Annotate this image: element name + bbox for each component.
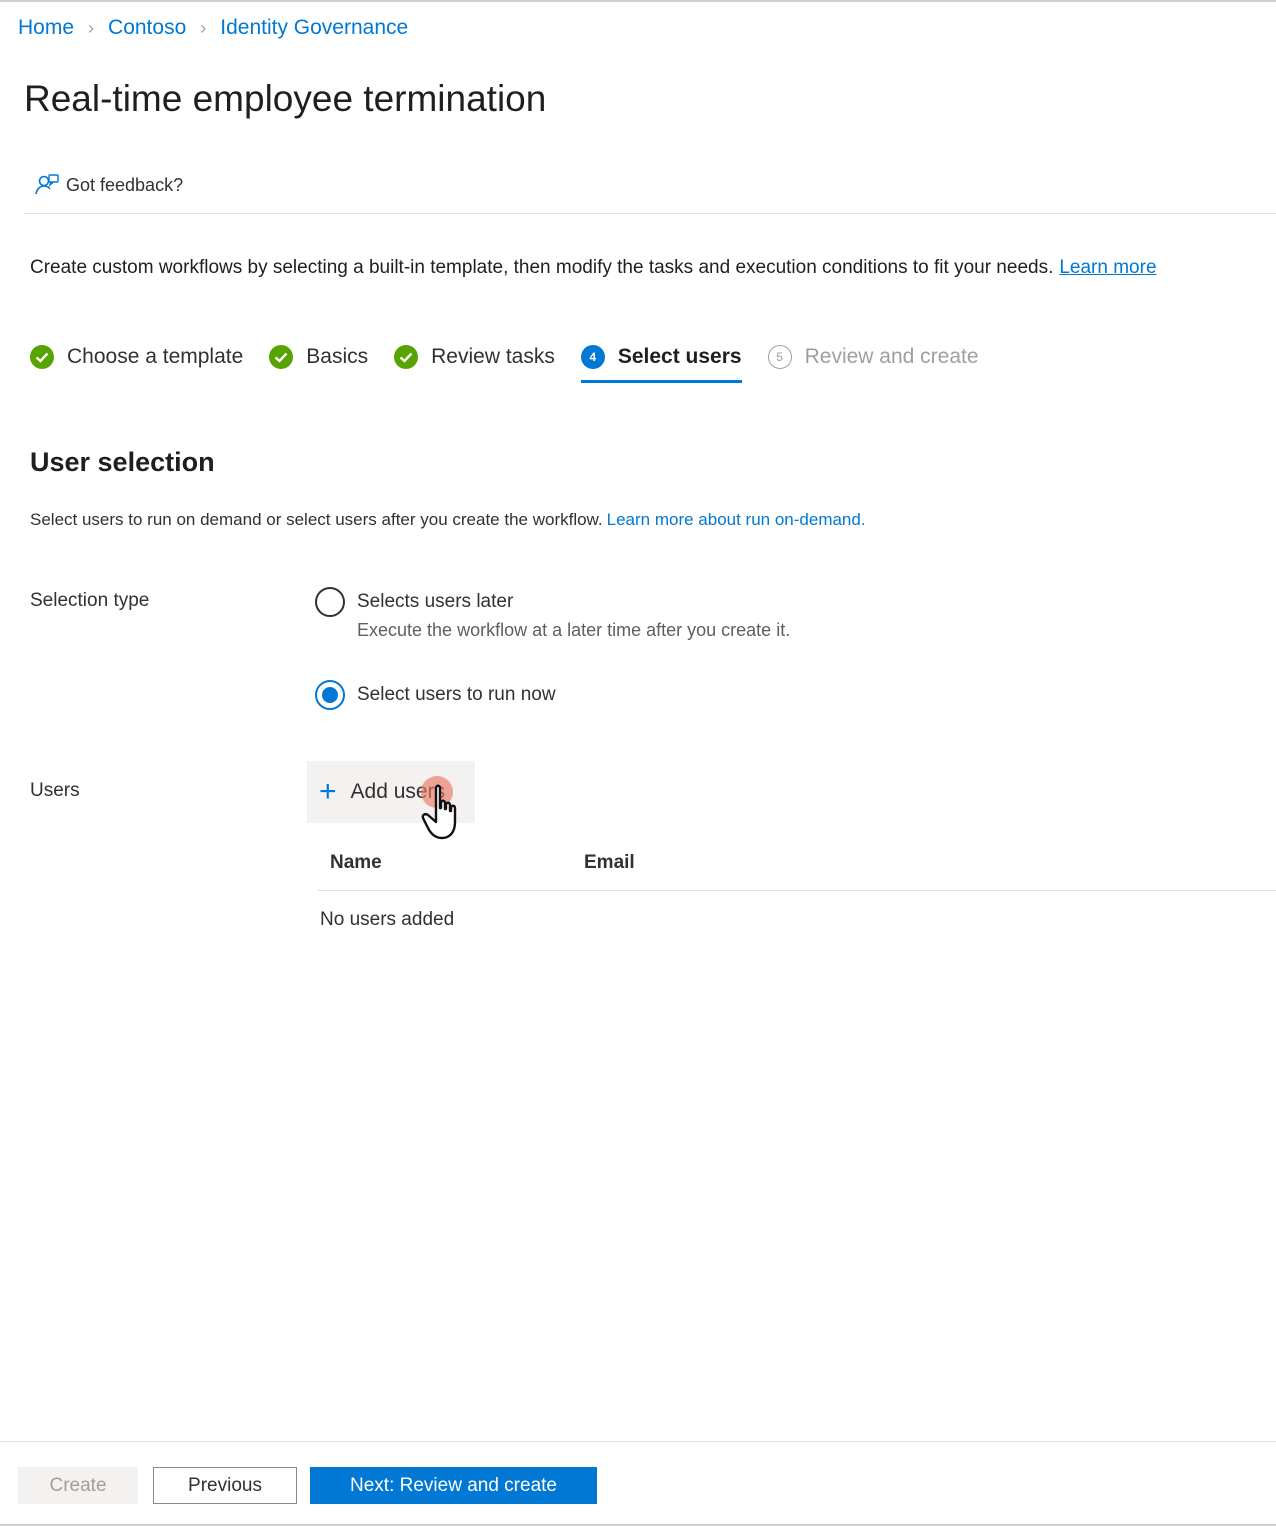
radio-label: Select users to run now [357, 684, 556, 705]
page-title: Real-time employee termination [24, 78, 547, 119]
table-header-divider [318, 890, 1276, 891]
check-circle-icon [30, 345, 54, 369]
learn-more-run-on-demand-link[interactable]: Learn more about run on-demand. [607, 510, 866, 529]
hand-pointer-icon [421, 784, 457, 840]
step-number-icon: 4 [580, 345, 605, 369]
breadcrumb-contoso[interactable]: Contoso [108, 16, 186, 40]
radio-circle[interactable] [315, 587, 345, 617]
section-description: Select users to run on demand or select … [30, 510, 866, 530]
radio-sublabel: Execute the workflow at a later time aft… [357, 620, 791, 640]
create-button[interactable]: Create [18, 1467, 138, 1504]
selection-type-label: Selection type [30, 590, 150, 611]
feedback-button[interactable]: Got feedback? [34, 172, 183, 198]
plus-icon: + [319, 775, 337, 808]
header-divider [24, 213, 1276, 214]
step-number: 4 [580, 345, 605, 369]
step-choose-template[interactable]: Choose a template [30, 340, 243, 374]
column-header-email: Email [584, 852, 635, 873]
step-label: Basics [306, 345, 369, 368]
intro-text: Create custom workflows by selecting a b… [30, 257, 1157, 279]
breadcrumb: Home › Contoso › Identity Governance [18, 16, 408, 40]
users-label: Users [30, 780, 80, 801]
radio-circle[interactable] [315, 680, 345, 710]
radio-select-users-later[interactable]: Selects users later Execute the workflow… [315, 587, 790, 643]
step-label: Review and create [804, 345, 979, 368]
next-review-and-create-button[interactable]: Next: Review and create [310, 1467, 597, 1504]
step-number: 5 [767, 345, 792, 369]
section-title: User selection [30, 447, 215, 477]
radio-label: Selects users later [357, 591, 514, 612]
step-select-users[interactable]: 4 Select users [580, 340, 742, 383]
breadcrumb-identity-governance[interactable]: Identity Governance [220, 16, 408, 40]
chevron-right-icon: › [88, 17, 95, 38]
step-basics[interactable]: Basics [269, 340, 368, 374]
feedback-label: Got feedback? [66, 174, 184, 195]
breadcrumb-home[interactable]: Home [18, 16, 74, 40]
page-frame [0, 0, 1276, 1526]
step-number-icon: 5 [767, 345, 792, 369]
radio-select-users-now[interactable]: Select users to run now [315, 680, 556, 710]
step-review-tasks[interactable]: Review tasks [394, 340, 555, 374]
empty-table-message: No users added [320, 909, 455, 930]
step-label: Select users [617, 345, 742, 368]
step-review-and-create[interactable]: 5 Review and create [767, 340, 979, 374]
check-circle-icon [269, 345, 294, 369]
column-header-name: Name [330, 852, 382, 873]
learn-more-link[interactable]: Learn more [1059, 257, 1156, 278]
footer-divider [0, 1441, 1276, 1442]
feedback-icon [35, 174, 59, 195]
chevron-right-icon: › [200, 17, 207, 38]
wizard-steps: Choose a template Basics Review tasks 4 … [30, 340, 1005, 383]
step-label: Choose a template [67, 345, 244, 368]
step-label: Review tasks [431, 345, 555, 368]
previous-button[interactable]: Previous [153, 1467, 297, 1504]
check-circle-icon [394, 345, 419, 369]
intro-description: Create custom workflows by selecting a b… [30, 257, 1054, 278]
section-description-text: Select users to run on demand or select … [30, 510, 603, 529]
